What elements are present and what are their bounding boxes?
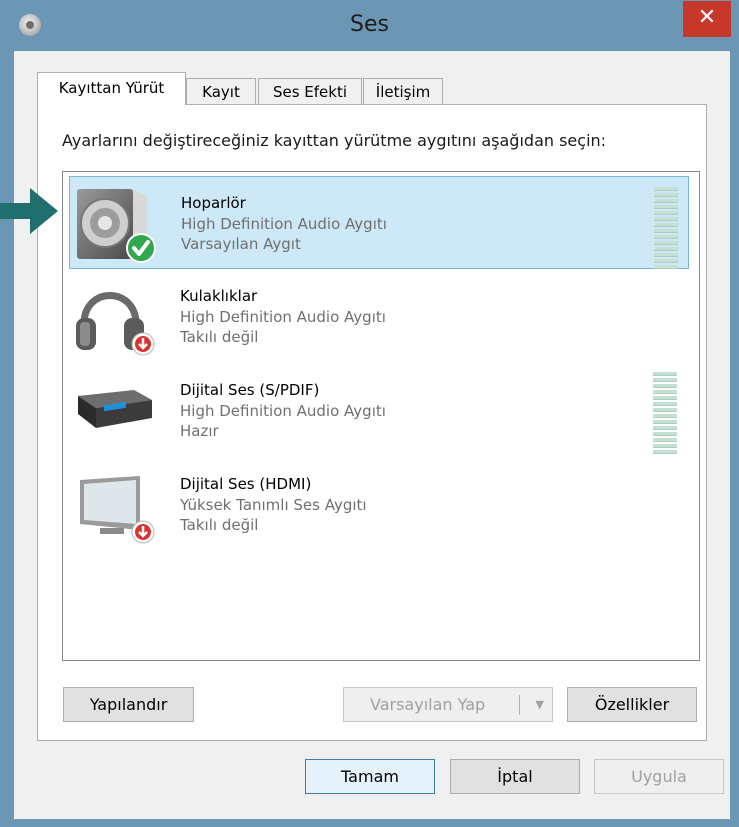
device-item-spdif[interactable]: Dijital Ses (S/PDIF) High Definition Aud… [69, 364, 689, 457]
set-default-button[interactable]: Varsayılan Yap ▼ [343, 687, 553, 722]
instruction-text: Ayarlarını değiştireceğiniz kayıttan yür… [62, 131, 607, 150]
unplugged-icon [131, 332, 155, 356]
close-icon: ✕ [697, 5, 717, 30]
tab-sound-effects[interactable]: Ses Efekti [258, 78, 362, 104]
apply-button[interactable]: Uygula [594, 759, 724, 794]
sound-dialog-window: Ses ✕ Kayıttan Yürüt Kayıt Ses Efekti İl… [0, 0, 739, 827]
split-divider [519, 695, 520, 715]
device-status: Takılı değil [180, 328, 259, 346]
device-status: Varsayılan Aygıt [181, 235, 301, 253]
tab-recording[interactable]: Kayıt [186, 78, 256, 104]
unplugged-icon [131, 520, 155, 544]
tab-communications[interactable]: İletişim [363, 78, 443, 104]
device-name: Dijital Ses (HDMI) [180, 475, 312, 493]
device-item-hdmi[interactable]: Dijital Ses (HDMI) Yüksek Tanımlı Ses Ay… [69, 458, 689, 551]
tab-playback[interactable]: Kayıttan Yürüt [37, 72, 186, 105]
configure-button[interactable]: Yapılandır [63, 687, 194, 722]
device-status: Hazır [180, 422, 219, 440]
device-item-speakers[interactable]: Hoparlör High Definition Audio Aygıtı Va… [69, 176, 689, 269]
receiver-icon [74, 372, 152, 450]
device-status: Takılı değil [180, 516, 259, 534]
device-name: Kulaklıklar [180, 287, 258, 305]
device-name: Dijital Ses (S/PDIF) [180, 381, 320, 399]
window-title: Ses [350, 12, 389, 37]
device-name: Hoparlör [181, 194, 246, 212]
chevron-down-icon[interactable]: ▼ [536, 688, 544, 721]
pointer-arrow-icon [0, 186, 60, 240]
close-button[interactable]: ✕ [683, 1, 731, 37]
volume-meter [654, 187, 678, 271]
device-description: High Definition Audio Aygıtı [181, 215, 387, 233]
device-item-headphones[interactable]: Kulaklıklar High Definition Audio Aygıtı… [69, 270, 689, 363]
volume-meter [653, 372, 677, 456]
default-check-icon [126, 233, 156, 263]
properties-button[interactable]: Özellikler [567, 687, 697, 722]
set-default-label: Varsayılan Yap [370, 695, 486, 714]
device-description: Yüksek Tanımlı Ses Aygıtı [180, 496, 367, 514]
title-bar[interactable]: Ses ✕ [0, 0, 739, 50]
ok-button[interactable]: Tamam [305, 759, 435, 794]
cancel-button[interactable]: İptal [450, 759, 580, 794]
device-description: High Definition Audio Aygıtı [180, 308, 386, 326]
device-description: High Definition Audio Aygıtı [180, 402, 386, 420]
